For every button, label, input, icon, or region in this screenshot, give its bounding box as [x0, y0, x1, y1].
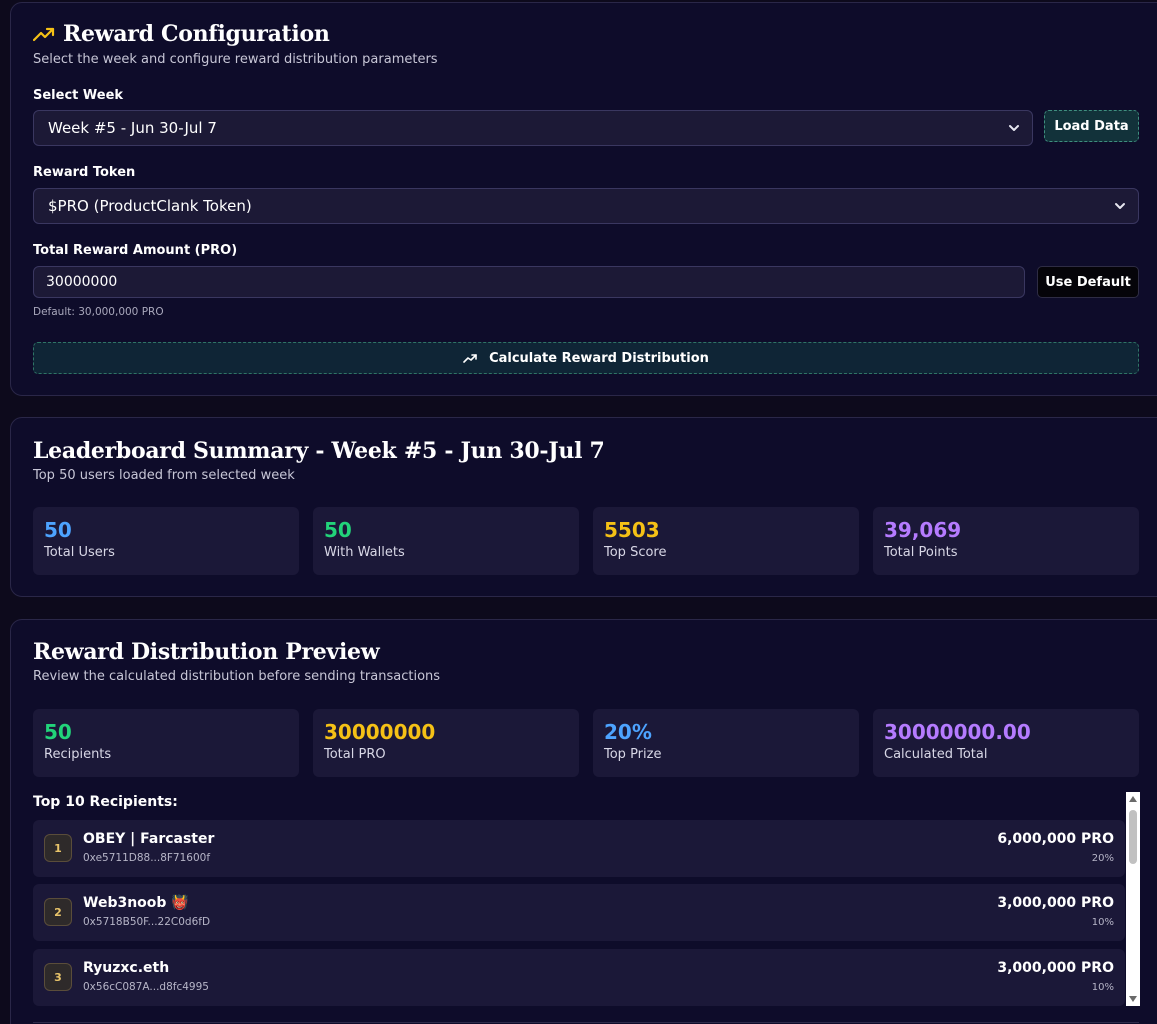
chevron-down-icon: [1009, 125, 1019, 131]
recipients-scrollbar[interactable]: [1126, 792, 1140, 1006]
chevron-down-icon: [1115, 203, 1125, 209]
week-select[interactable]: Week #5 - Jun 30-Jul 7: [33, 110, 1033, 146]
scrollbar-thumb[interactable]: [1129, 810, 1137, 864]
week-select-value: Week #5 - Jun 30-Jul 7: [48, 119, 217, 137]
list-item: 2 Web3noob 👹 0x5718B50F...22C0d6fD 3,000…: [33, 884, 1125, 941]
recipient-amount: 3,000,000 PRO: [997, 895, 1114, 911]
recipient-percent: 10%: [1091, 982, 1114, 993]
week-label: Select Week: [33, 88, 124, 103]
list-item: 1 OBEY | Farcaster 0xe5711D88...8F71600f…: [33, 820, 1125, 877]
config-title-text: Reward Configuration: [63, 21, 330, 47]
stat-total-points: 39,069 Total Points: [873, 507, 1139, 575]
stat-label: Calculated Total: [884, 747, 988, 762]
list-item: 3 Ryuzxc.eth 0x56cC087A...d8fc4995 3,000…: [33, 949, 1125, 1006]
stat-value: 39,069: [884, 518, 962, 542]
distribution-title: Reward Distribution Preview: [33, 639, 380, 665]
stat-label: Total Points: [884, 545, 958, 560]
config-subtitle: Select the week and configure reward dis…: [33, 52, 438, 67]
leaderboard-subtitle: Top 50 users loaded from selected week: [33, 468, 295, 483]
stat-calculated-total: 30000000.00 Calculated Total: [873, 709, 1139, 777]
stat-value: 5503: [604, 518, 660, 542]
recipient-address: 0x5718B50F...22C0d6fD: [83, 916, 211, 928]
stat-total-pro: 30000000 Total PRO: [313, 709, 579, 777]
scroll-down-icon[interactable]: [1129, 996, 1137, 1002]
stat-label: Top Score: [604, 545, 667, 560]
stat-value: 30000000.00: [884, 720, 1031, 744]
stat-value: 30000000: [324, 720, 436, 744]
stat-label: Total Users: [44, 545, 115, 560]
recipient-name: Web3noob 👹: [83, 895, 189, 911]
rank-badge: 1: [44, 834, 72, 862]
stat-total-users: 50 Total Users: [33, 507, 299, 575]
use-default-button[interactable]: Use Default: [1037, 266, 1139, 298]
stat-label: With Wallets: [324, 545, 405, 560]
recipient-amount: 6,000,000 PRO: [997, 831, 1114, 847]
stat-top-prize: 20% Top Prize: [593, 709, 859, 777]
recipient-name: Ryuzxc.eth: [83, 960, 170, 976]
stat-value: 20%: [604, 720, 652, 744]
trending-up-icon: [463, 354, 477, 363]
stat-value: 50: [324, 518, 352, 542]
token-select-value: $PRO (ProductClank Token): [48, 197, 252, 215]
token-label: Reward Token: [33, 165, 136, 180]
reward-configuration-card: Reward Configuration Select the week and…: [10, 2, 1157, 396]
rank-badge: 2: [44, 898, 72, 926]
stat-value: 50: [44, 720, 72, 744]
stat-with-wallets: 50 With Wallets: [313, 507, 579, 575]
recipients-title: Top 10 Recipients:: [33, 794, 178, 810]
default-hint: Default: 30,000,000 PRO: [33, 306, 164, 318]
recipient-address: 0xe5711D88...8F71600f: [83, 852, 211, 864]
token-select[interactable]: $PRO (ProductClank Token): [33, 188, 1139, 224]
stat-label: Top Prize: [604, 747, 662, 762]
scroll-up-icon[interactable]: [1129, 796, 1137, 802]
config-title: Reward Configuration: [33, 21, 330, 47]
rank-badge: 3: [44, 963, 72, 991]
amount-label: Total Reward Amount (PRO): [33, 243, 238, 258]
leaderboard-summary-card: Leaderboard Summary - Week #5 - Jun 30-J…: [10, 417, 1157, 597]
stat-label: Recipients: [44, 747, 112, 762]
stat-label: Total PRO: [324, 747, 386, 762]
calculate-distribution-button[interactable]: Calculate Reward Distribution: [33, 342, 1139, 374]
recipient-percent: 10%: [1091, 917, 1114, 928]
recipient-percent: 20%: [1091, 853, 1114, 864]
stat-recipients: 50 Recipients: [33, 709, 299, 777]
divider: [33, 1022, 1139, 1023]
distribution-subtitle: Review the calculated distribution befor…: [33, 669, 441, 684]
leaderboard-title: Leaderboard Summary - Week #5 - Jun 30-J…: [33, 438, 605, 464]
recipient-address: 0x56cC087A...d8fc4995: [83, 981, 209, 993]
recipients-list[interactable]: 1 OBEY | Farcaster 0xe5711D88...8F71600f…: [33, 820, 1125, 1008]
stat-top-score: 5503 Top Score: [593, 507, 859, 575]
load-data-button[interactable]: Load Data: [1044, 110, 1139, 142]
trending-up-icon: [33, 27, 55, 42]
recipient-name: OBEY | Farcaster: [83, 831, 215, 847]
stat-value: 50: [44, 518, 72, 542]
reward-distribution-card: Reward Distribution Preview Review the c…: [10, 619, 1157, 1024]
amount-input[interactable]: 30000000: [33, 266, 1025, 298]
recipient-amount: 3,000,000 PRO: [997, 960, 1114, 976]
calculate-button-label: Calculate Reward Distribution: [489, 350, 709, 366]
